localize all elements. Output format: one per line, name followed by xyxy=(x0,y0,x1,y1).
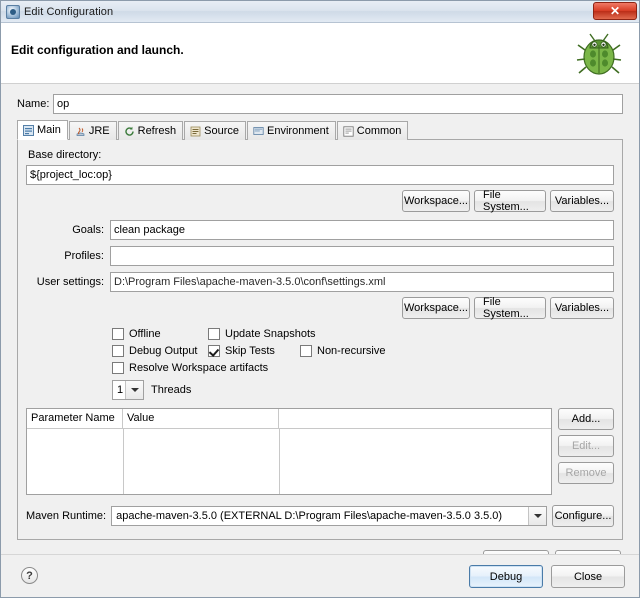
refresh-tab-icon xyxy=(124,126,135,137)
edit-parameter-button: Edit... xyxy=(558,435,614,457)
non-recursive-checkbox[interactable]: Non-recursive xyxy=(300,345,385,357)
remove-parameter-button: Remove xyxy=(558,462,614,484)
dialog-body: Name: op Main JRE Refresh Source Environ… xyxy=(1,84,639,573)
maven-runtime-row: Maven Runtime: apache-maven-3.5.0 (EXTER… xyxy=(26,505,614,527)
parameters-section: Parameter Name Value Add... Edit... Remo… xyxy=(26,408,614,495)
update-snapshots-checkbox-box xyxy=(208,328,220,340)
threads-chevron-down-icon[interactable] xyxy=(125,381,143,399)
configure-runtime-button[interactable]: Configure... xyxy=(552,505,614,527)
options-checkbox-group: Offline Update Snapshots Debug Output Sk… xyxy=(112,328,614,400)
base-directory-buttons: Workspace... File System... Variables... xyxy=(26,189,614,213)
parameters-table-header: Parameter Name Value xyxy=(27,409,551,429)
base-dir-filesystem-button[interactable]: File System... xyxy=(474,189,546,213)
close-button[interactable]: Close xyxy=(551,565,625,588)
user-settings-row: User settings: D:\Program Files\apache-m… xyxy=(26,272,614,292)
base-dir-workspace-button[interactable]: Workspace... xyxy=(402,190,470,212)
maven-runtime-value: apache-maven-3.5.0 (EXTERNAL D:\Program … xyxy=(116,510,503,522)
offline-checkbox[interactable]: Offline xyxy=(112,328,208,340)
skip-tests-checkbox-box xyxy=(208,345,220,357)
debug-output-checkbox[interactable]: Debug Output xyxy=(112,345,208,357)
profiles-row: Profiles: xyxy=(26,246,614,266)
parameters-table[interactable]: Parameter Name Value xyxy=(26,408,552,495)
user-settings-label: User settings: xyxy=(36,276,104,288)
help-icon[interactable]: ? xyxy=(21,567,38,584)
tab-source[interactable]: Source xyxy=(184,121,247,140)
maven-bug-icon xyxy=(573,27,625,79)
skip-tests-checkbox[interactable]: Skip Tests xyxy=(208,345,300,357)
threads-label: Threads xyxy=(151,384,192,396)
offline-label: Offline xyxy=(129,328,161,340)
checkbox-row-1: Offline Update Snapshots xyxy=(112,328,614,340)
tab-common[interactable]: Common xyxy=(336,121,409,140)
tab-source-label: Source xyxy=(204,125,240,137)
goals-input[interactable]: clean package xyxy=(110,220,614,240)
window-icon xyxy=(6,4,20,19)
update-snapshots-checkbox[interactable]: Update Snapshots xyxy=(208,328,316,340)
name-label: Name: xyxy=(17,98,50,110)
non-recursive-checkbox-box xyxy=(300,345,312,357)
maven-runtime-label: Maven Runtime: xyxy=(26,510,107,522)
user-settings-workspace-button[interactable]: Workspace... xyxy=(402,297,470,319)
base-directory-label: Base directory: xyxy=(28,149,102,161)
maven-runtime-combo[interactable]: apache-maven-3.5.0 (EXTERNAL D:\Program … xyxy=(111,506,547,526)
tab-main-label: Main xyxy=(37,124,61,136)
name-input[interactable]: op xyxy=(53,94,623,114)
column-filler xyxy=(279,409,551,428)
dialog-footer: ? Debug Close xyxy=(1,554,639,597)
environment-tab-icon xyxy=(253,126,264,137)
offline-checkbox-box xyxy=(112,328,124,340)
goals-label: Goals: xyxy=(72,224,104,236)
base-dir-variables-button[interactable]: Variables... xyxy=(550,190,614,212)
maven-runtime-chevron-down-icon[interactable] xyxy=(528,507,546,525)
add-parameter-button[interactable]: Add... xyxy=(558,408,614,430)
resolve-workspace-artifacts-checkbox[interactable]: Resolve Workspace artifacts xyxy=(112,362,268,374)
update-snapshots-label: Update Snapshots xyxy=(225,328,316,340)
tab-common-label: Common xyxy=(356,125,402,137)
threads-row: 1 Threads xyxy=(112,380,614,400)
dialog-header: Edit configuration and launch. xyxy=(1,23,639,84)
name-row: Name: op xyxy=(17,94,631,114)
resolve-workspace-artifacts-checkbox-box xyxy=(112,362,124,374)
common-tab-icon xyxy=(343,125,354,137)
threads-combo[interactable]: 1 xyxy=(112,380,144,400)
user-settings-variables-button[interactable]: Variables... xyxy=(550,297,614,319)
checkbox-row-3: Resolve Workspace artifacts xyxy=(112,362,614,374)
window-title: Edit Configuration xyxy=(24,5,114,18)
debug-output-label: Debug Output xyxy=(129,345,198,357)
checkbox-row-2: Debug Output Skip Tests Non-recursive xyxy=(112,345,614,357)
parameters-table-body[interactable] xyxy=(27,429,551,494)
title-bar: Edit Configuration ✕ xyxy=(1,1,639,23)
tab-refresh[interactable]: Refresh xyxy=(117,121,184,140)
config-tabs: Main JRE Refresh Source Environment Comm… xyxy=(17,118,623,140)
jre-tab-icon xyxy=(75,126,86,137)
tab-environment[interactable]: Environment xyxy=(247,121,336,140)
tab-main[interactable]: Main xyxy=(17,120,68,140)
profiles-label: Profiles: xyxy=(64,250,104,262)
main-tab-icon xyxy=(23,124,34,136)
column-parameter-name[interactable]: Parameter Name xyxy=(27,409,123,428)
user-settings-filesystem-button[interactable]: File System... xyxy=(474,296,546,320)
debug-output-checkbox-box xyxy=(112,345,124,357)
main-tab-panel: Base directory: ${project_loc:op} Worksp… xyxy=(17,140,623,540)
threads-value: 1 xyxy=(117,384,124,396)
skip-tests-label: Skip Tests xyxy=(225,345,275,357)
header-title: Edit configuration and launch. xyxy=(11,43,184,57)
parameters-table-buttons: Add... Edit... Remove xyxy=(558,408,614,484)
non-recursive-label: Non-recursive xyxy=(317,345,386,357)
base-directory-input[interactable]: ${project_loc:op} xyxy=(26,165,614,185)
column-value[interactable]: Value xyxy=(123,409,279,428)
user-settings-input[interactable]: D:\Program Files\apache-maven-3.5.0\conf… xyxy=(110,272,614,292)
tab-jre-label: JRE xyxy=(88,125,110,137)
debug-button[interactable]: Debug xyxy=(469,565,543,588)
profiles-input[interactable] xyxy=(110,246,614,266)
tab-refresh-label: Refresh xyxy=(137,125,177,137)
user-settings-buttons: Workspace... File System... Variables... xyxy=(26,296,614,320)
tab-environment-label: Environment xyxy=(267,125,329,137)
goals-row: Goals: clean package xyxy=(26,220,614,240)
source-tab-icon xyxy=(190,126,201,137)
resolve-workspace-artifacts-label: Resolve Workspace artifacts xyxy=(129,362,269,374)
edit-configuration-window: Edit Configuration ✕ Edit configuration … xyxy=(0,0,640,598)
close-window-button[interactable]: ✕ xyxy=(593,2,637,20)
tab-jre[interactable]: JRE xyxy=(68,121,117,140)
